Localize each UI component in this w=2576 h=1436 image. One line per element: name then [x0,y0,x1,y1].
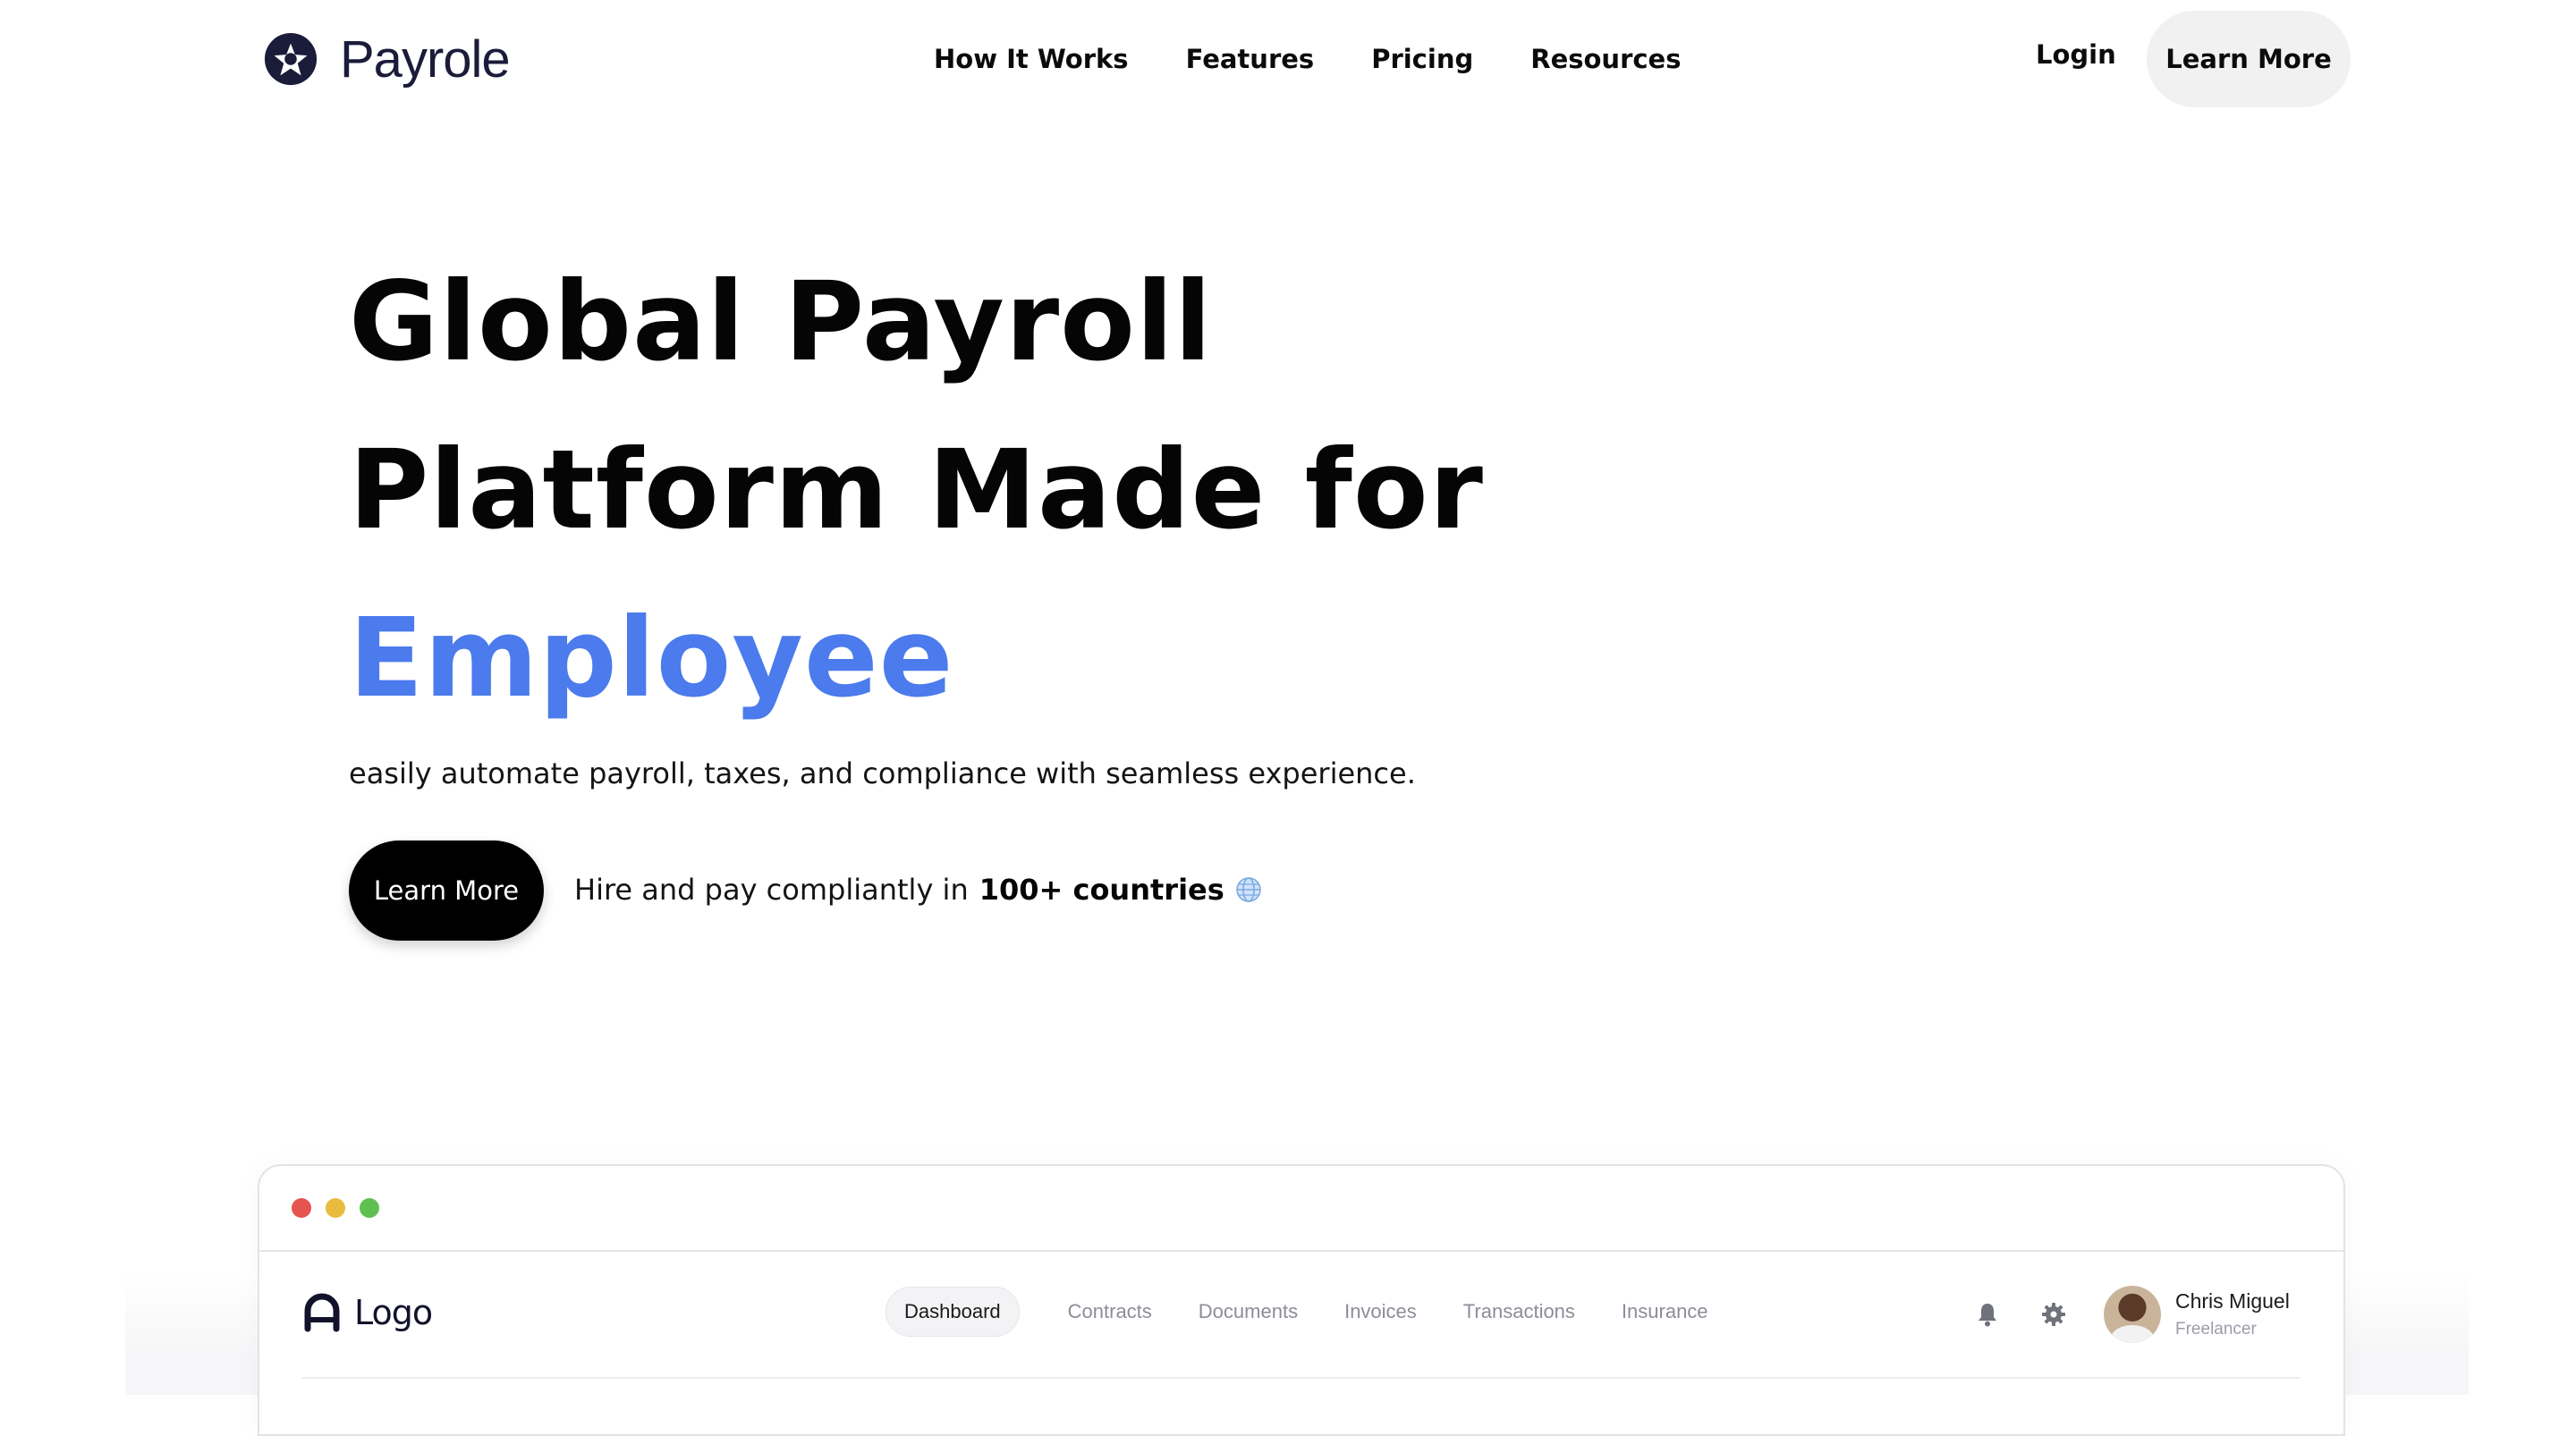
hire-countries: 100+ countries [979,873,1224,907]
brand[interactable]: Payrole [263,27,511,91]
window-close-dot [292,1198,311,1218]
gear-icon[interactable] [2036,1297,2072,1332]
user-name: Chris Miguel [2175,1289,2290,1313]
app-logo-text: Logo [354,1293,433,1332]
nav-features[interactable]: Features [1186,44,1315,74]
hero-title-highlight: Employee [349,595,954,722]
hero-title-line-1: Global Payroll [349,258,1213,385]
nav-how-it-works[interactable]: How It Works [934,44,1129,74]
window-maximize-dot [360,1198,379,1218]
learn-more-hero-button[interactable]: Learn More [349,840,544,941]
nav-pricing[interactable]: Pricing [1371,44,1473,74]
avatar[interactable] [2104,1286,2161,1343]
hire-statement: Hire and pay compliantly in 100+ countri… [574,873,1262,907]
app-preview-window: Logo Dashboard Contracts Documents Invoi… [258,1164,2345,1436]
window-minimize-dot [326,1198,345,1218]
app-logo-icon [304,1293,340,1332]
tab-invoices[interactable]: Invoices [1344,1300,1417,1323]
tab-contracts[interactable]: Contracts [1068,1300,1152,1323]
app-header-divider [302,1377,2301,1379]
tab-insurance[interactable]: Insurance [1622,1300,1708,1323]
brand-name: Payrole [340,30,511,89]
hero-title-line-2: Platform Made for [349,427,1484,553]
bell-icon[interactable] [1970,1297,2005,1332]
brand-logo-icon [264,32,318,86]
learn-more-nav-button[interactable]: Learn More [2147,11,2351,107]
user-role: Freelancer [2175,1320,2257,1339]
hero-subtitle: easily automate payroll, taxes, and comp… [349,756,1416,790]
app-logo[interactable]: Logo [302,1293,433,1332]
tab-transactions[interactable]: Transactions [1463,1300,1575,1323]
tab-dashboard[interactable]: Dashboard [886,1287,1020,1337]
hire-prefix: Hire and pay compliantly in [574,873,969,907]
globe-icon [1236,877,1261,902]
login-link[interactable]: Login [2036,39,2116,70]
window-titlebar [259,1166,2343,1252]
main-nav: How It Works Features Pricing Resources [934,36,1682,82]
tab-documents[interactable]: Documents [1199,1300,1298,1323]
app-tabs: Dashboard Contracts Documents Invoices T… [886,1286,1708,1338]
nav-resources[interactable]: Resources [1530,44,1681,74]
